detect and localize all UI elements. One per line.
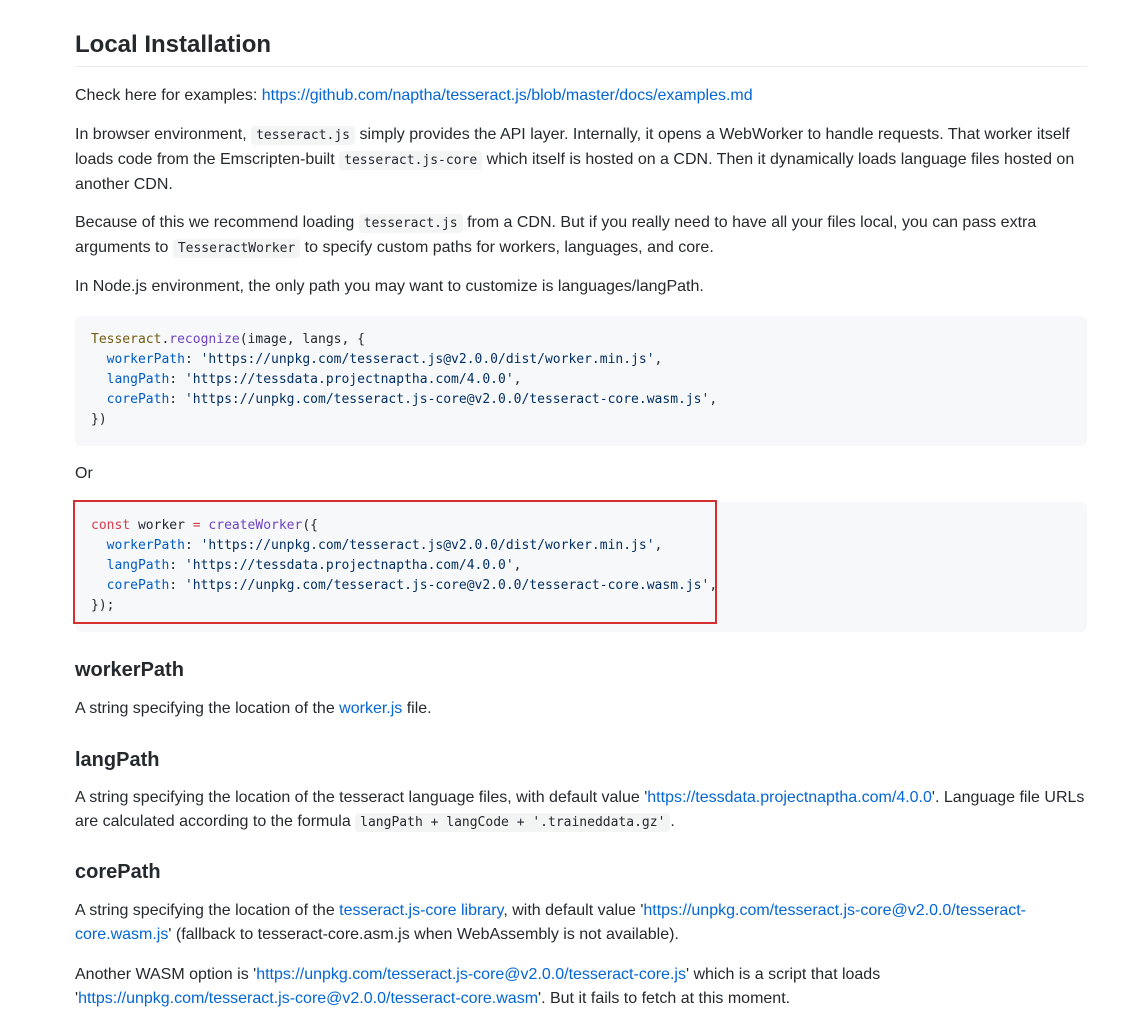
core-js-link[interactable]: https://unpkg.com/tesseract.js-core@v2.0… [256,966,686,983]
code2-lang-value: 'https://tessdata.projectnaptha.com/4.0.… [184,558,514,573]
code1-object: Tesseract [91,332,162,347]
core-path-description: A string specifying the location of the … [75,899,1087,947]
para2-text-3: to specify custom paths for workers, lan… [300,239,714,256]
code1-function: recognize [169,332,240,347]
wasm-option-paragraph: Another WASM option is 'https://unpkg.co… [75,963,1087,1011]
worker-path-description: A string specifying the location of the … [75,697,1087,721]
code1-worker-value: 'https://unpkg.com/tesseract.js@v2.0.0/d… [200,352,655,367]
code1-lang-key: langPath [106,372,170,387]
core-path-text-3: ' (fallback to tesseract-core.asm.js whe… [168,926,679,943]
section-heading-local-installation: Local Installation [75,26,1087,67]
lang-path-description: A string specifying the location of the … [75,786,1087,835]
code1-lang-value: 'https://tessdata.projectnaptha.com/4.0.… [184,372,514,387]
code-block-recognize[interactable]: Tesseract.recognize(image, langs, { work… [75,316,1087,446]
core-wasm-link[interactable]: https://unpkg.com/tesseract.js-core@v2.0… [78,990,538,1007]
code1-core-value: 'https://unpkg.com/tesseract.js-core@v2.… [184,392,710,407]
code2-worker-value: 'https://unpkg.com/tesseract.js@v2.0.0/d… [200,538,655,553]
worker-js-link[interactable]: worker.js [339,700,402,717]
or-text: Or [75,465,93,482]
lang-path-text-3: . [670,813,675,830]
inline-code-tesseract-js: tesseract.js [251,126,355,145]
code2-worker-key: workerPath [106,538,185,553]
code2-lang-key: langPath [106,558,170,573]
inline-code-tesseract-js-core: tesseract.js-core [339,151,483,170]
wasm-text-3: '. But it fails to fetch at this moment. [538,990,791,1007]
code2-open: ({ [302,518,318,533]
code1-worker-key: workerPath [106,352,185,367]
code2-variable: worker [130,518,193,533]
examples-prefix: Check here for examples: [75,87,262,104]
code2-core-key: corePath [106,578,170,593]
inline-code-tesseract-worker: TesseractWorker [172,239,301,258]
heading-core-path: corePath [75,861,161,883]
para2-text-1: Because of this we recommend loading [75,214,359,231]
heading-lang-path: langPath [75,749,160,771]
nodejs-paragraph: In Node.js environment, the only path yo… [75,278,704,295]
worker-path-text-2: file. [402,700,432,717]
lang-path-text-1: A string specifying the location of the … [75,789,648,806]
cdn-recommendation-paragraph: Because of this we recommend loading tes… [75,211,1087,261]
inline-code-lang-formula: langPath + langCode + '.traineddata.gz' [355,813,671,832]
core-path-text-2: , with default value ' [503,902,644,919]
code2-close: }); [91,598,115,613]
code1-core-key: corePath [106,392,170,407]
tesseract-core-library-link[interactable]: tesseract.js-core library [339,902,503,919]
wasm-text-1: Another WASM option is ' [75,966,257,983]
para1-text-1: In browser environment, [75,126,252,143]
code-block-create-worker[interactable]: const worker = createWorker({ workerPath… [73,500,1087,632]
tessdata-link[interactable]: https://tessdata.projectnaptha.com/4.0.0 [647,789,932,806]
core-path-text-1: A string specifying the location of the [75,902,340,919]
inline-code-tesseract-js-2: tesseract.js [358,214,463,233]
code2-keyword: const [91,518,131,533]
worker-path-text-1: A string specifying the location of the [75,700,340,717]
code1-args: (image, langs, { [239,332,365,347]
examples-link[interactable]: https://github.com/naptha/tesseract.js/b… [262,87,753,104]
heading-worker-path: workerPath [75,659,184,681]
code2-core-value: 'https://unpkg.com/tesseract.js-core@v2.… [184,578,710,593]
code2-equals: = [192,518,201,533]
code1-close: }) [91,412,107,427]
code2-function: createWorker [200,518,303,533]
examples-paragraph: Check here for examples: https://github.… [75,84,1087,108]
browser-environment-paragraph: In browser environment, tesseract.js sim… [75,123,1087,197]
